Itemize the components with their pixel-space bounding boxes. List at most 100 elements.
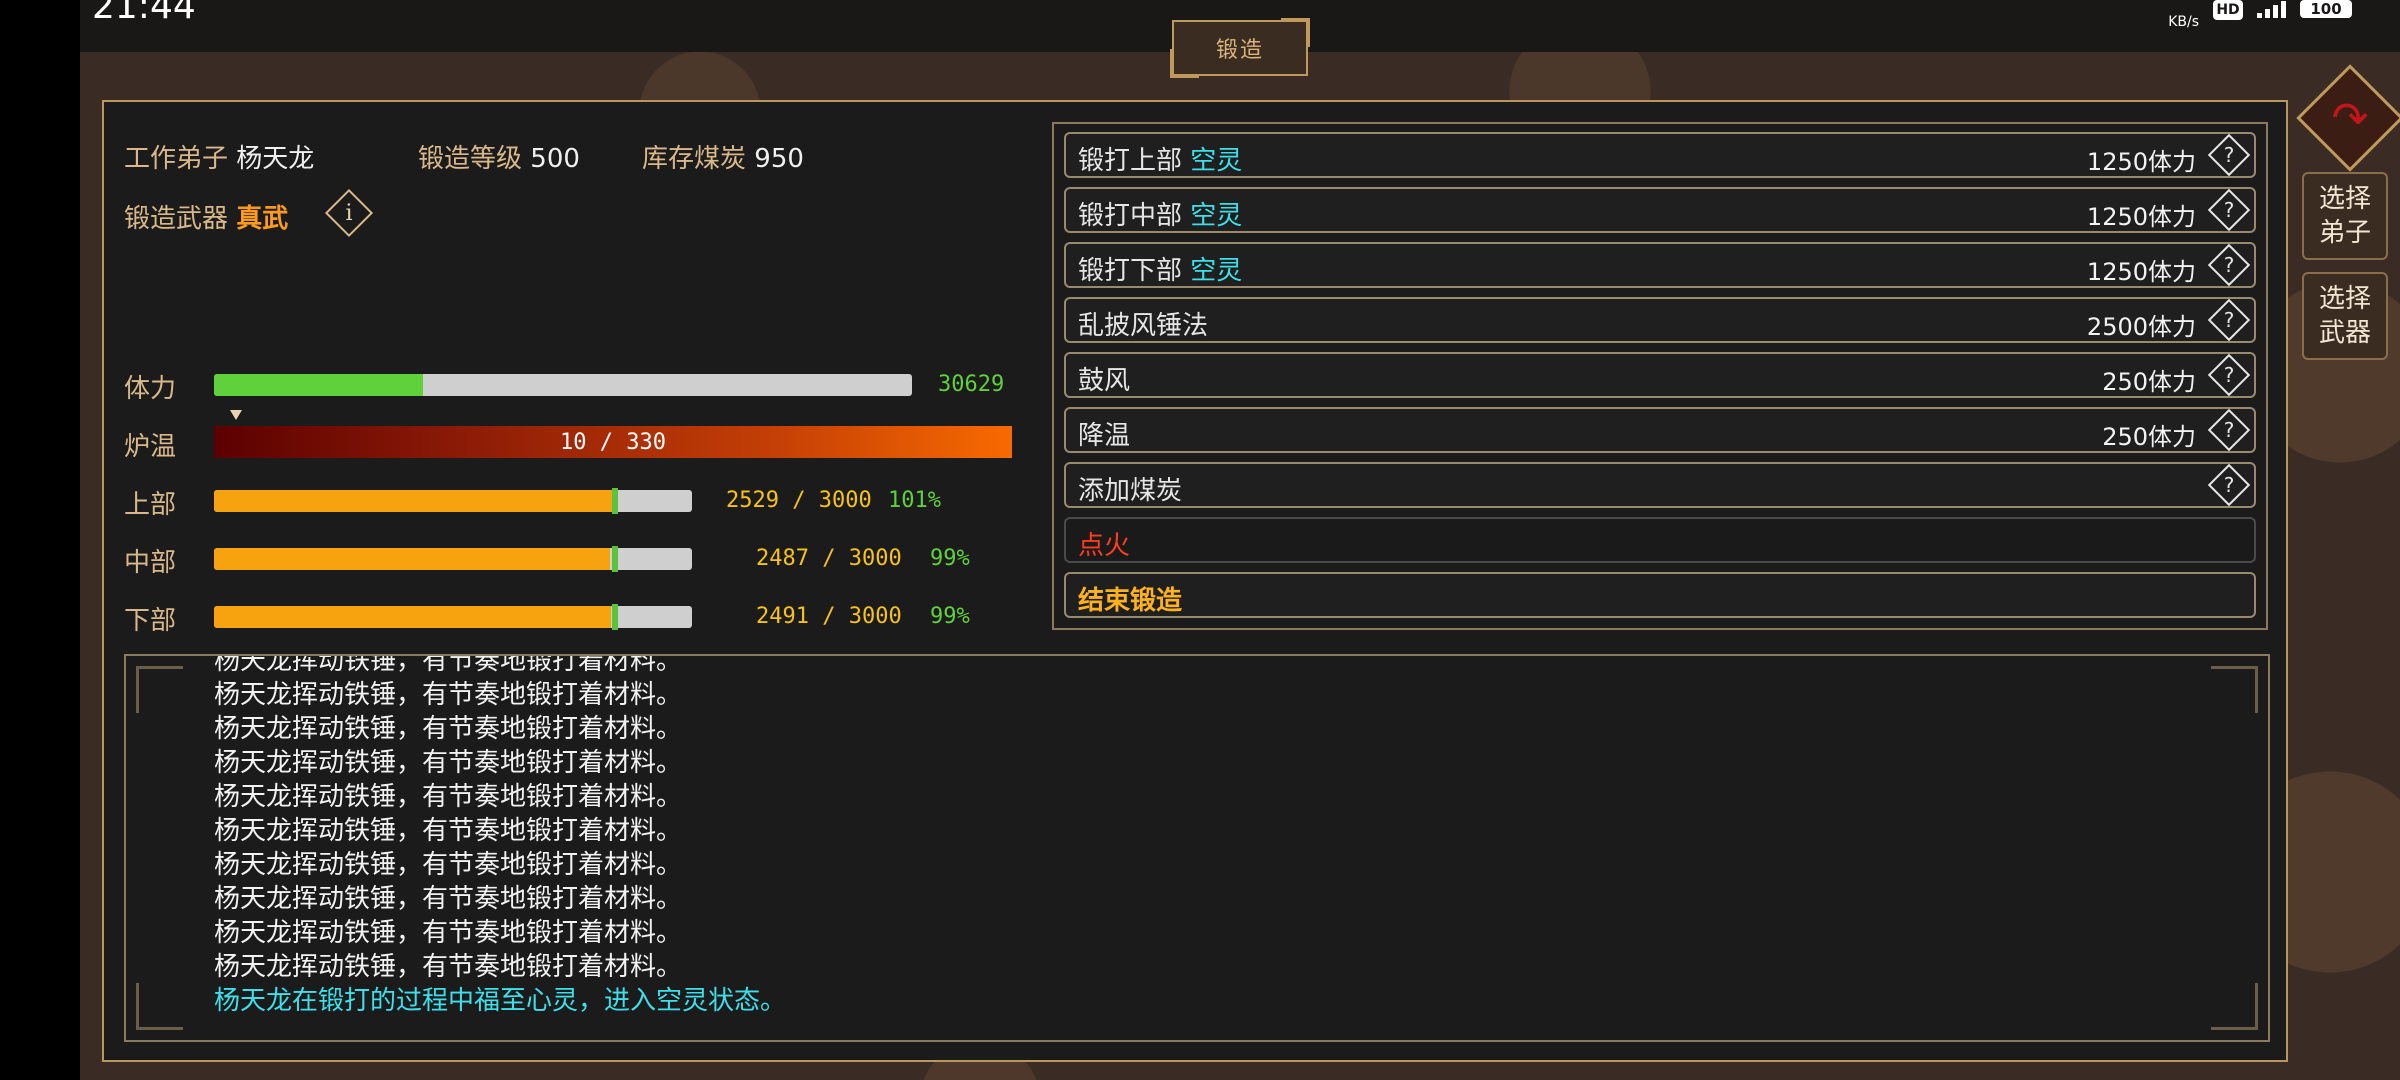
- action-ignite[interactable]: 点火: [1064, 517, 2256, 563]
- furnace-temp-bar: 10 / 330: [214, 426, 1012, 458]
- log-line: 杨天龙挥动铁锤，有节奏地锻打着材料。: [214, 654, 683, 676]
- action-cost: 1250体力: [2086, 148, 2196, 176]
- level-value: 500: [530, 144, 580, 174]
- action-label: 锻打中部: [1078, 201, 1183, 231]
- log-line: 杨天龙挥动铁锤，有节奏地锻打着材料。: [214, 952, 683, 982]
- action-wind-hammer[interactable]: 乱披风锤法 2500体力 ?: [1064, 297, 2256, 343]
- action-cost: 250体力: [2102, 368, 2196, 396]
- log-line: 杨天龙挥动铁锤，有节奏地锻打着材料。: [214, 748, 683, 778]
- stamina-bar: [214, 374, 912, 396]
- hd-icon: HD: [2213, 0, 2243, 20]
- top-part-target-marker: [612, 488, 618, 514]
- middle-part-bar-fill: [214, 548, 611, 570]
- help-icon[interactable]: ?: [2207, 463, 2251, 507]
- weapon-info: 锻造武器 真武: [124, 198, 288, 235]
- help-icon[interactable]: ?: [2207, 188, 2251, 232]
- action-forge-top[interactable]: 锻打上部 空灵 1250体力 ?: [1064, 132, 2256, 178]
- action-label: 降温: [1078, 421, 1131, 451]
- action-cool-down[interactable]: 降温 250体力 ?: [1064, 407, 2256, 453]
- action-blow-air[interactable]: 鼓风 250体力 ?: [1064, 352, 2256, 398]
- top-part-value: 2529 / 3000: [726, 488, 872, 513]
- action-label: 锻打下部: [1078, 256, 1183, 286]
- middle-part-value: 2487 / 3000: [756, 546, 902, 571]
- action-forge-bottom[interactable]: 锻打下部 空灵 1250体力 ?: [1064, 242, 2256, 288]
- coal-value: 950: [754, 144, 804, 174]
- top-part-bar: [214, 488, 692, 514]
- level-info: 锻造等级 500: [418, 138, 580, 175]
- action-label: 鼓风: [1078, 366, 1131, 396]
- weapon-label: 锻造武器: [124, 204, 229, 234]
- bottom-part-bar-fill: [214, 606, 611, 628]
- corner-ornament-icon: [136, 666, 183, 713]
- worker-label: 工作弟子: [124, 144, 229, 174]
- bottom-part-target-marker: [612, 604, 618, 630]
- action-forge-middle[interactable]: 锻打中部 空灵 1250体力 ?: [1064, 187, 2256, 233]
- forge-log[interactable]: 杨天龙挥动铁锤，有节奏地锻打着材料。 杨天龙挥动铁锤，有节奏地锻打着材料。 杨天…: [124, 654, 2270, 1042]
- battery-icon: 100: [2300, 0, 2352, 18]
- action-label: 锻打上部: [1078, 146, 1183, 176]
- log-line: 杨天龙挥动铁锤，有节奏地锻打着材料。: [214, 850, 683, 880]
- action-label: 结束锻造: [1078, 586, 1183, 616]
- log-line: 杨天龙挥动铁锤，有节奏地锻打着材料。: [214, 816, 683, 846]
- middle-part-bar: [214, 546, 692, 572]
- help-icon[interactable]: ?: [2207, 133, 2251, 177]
- signal-icon: [2257, 0, 2286, 18]
- kongling-badge: 空灵: [1190, 146, 1243, 176]
- action-end-forging[interactable]: 结束锻造: [1064, 572, 2256, 618]
- bottom-part-value: 2491 / 3000: [756, 604, 902, 629]
- bottom-part-label: 下部: [124, 606, 177, 636]
- title-plaque: 锻造: [1170, 18, 1310, 78]
- log-line: 杨天龙挥动铁锤，有节奏地锻打着材料。: [214, 680, 683, 710]
- worker-info: 工作弟子 杨天龙: [124, 138, 314, 175]
- weapon-info-icon[interactable]: i: [324, 188, 374, 238]
- coal-info: 库存煤炭 950: [642, 138, 804, 175]
- corner-ornament-icon: [2211, 666, 2258, 713]
- help-icon[interactable]: ?: [2207, 353, 2251, 397]
- corner-ornament-icon: [2211, 983, 2258, 1030]
- action-list: 锻打上部 空灵 1250体力 ? 锻打中部 空灵 1250体力 ? 锻打下部 空…: [1052, 122, 2268, 630]
- coal-label: 库存煤炭: [642, 144, 747, 174]
- bottom-part-bar: [214, 604, 692, 630]
- help-icon[interactable]: ?: [2207, 408, 2251, 452]
- stamina-bar-fill: [214, 374, 424, 396]
- top-part-bar-fill: [214, 490, 617, 512]
- action-cost: 1250体力: [2086, 258, 2196, 286]
- log-line: 杨天龙挥动铁锤，有节奏地锻打着材料。: [214, 918, 683, 948]
- top-part-percent: 101%: [888, 488, 941, 513]
- middle-part-label: 中部: [124, 548, 177, 578]
- log-line: 杨天龙挥动铁锤，有节奏地锻打着材料。: [214, 884, 683, 914]
- action-add-coal[interactable]: 添加煤炭 ?: [1064, 462, 2256, 508]
- action-cost: 2500体力: [2086, 313, 2196, 341]
- select-weapon-button[interactable]: 选择 武器: [2302, 272, 2388, 360]
- log-lines: 杨天龙挥动铁锤，有节奏地锻打着材料。 杨天龙挥动铁锤，有节奏地锻打着材料。 杨天…: [214, 654, 2114, 1018]
- worker-value: 杨天龙: [236, 144, 315, 174]
- action-label: 点火: [1078, 531, 1131, 561]
- furnace-temp-text: 10 / 330: [560, 429, 666, 455]
- corner-ornament-icon: [136, 983, 183, 1030]
- action-label: 添加煤炭: [1078, 476, 1183, 506]
- bottom-part-percent: 99%: [930, 604, 970, 629]
- middle-part-target-marker: [612, 546, 618, 572]
- stamina-label: 体力: [124, 374, 177, 404]
- help-icon[interactable]: ?: [2207, 298, 2251, 342]
- kongling-badge: 空灵: [1190, 256, 1243, 286]
- action-cost: 1250体力: [2086, 203, 2196, 231]
- furnace-label: 炉温: [124, 432, 177, 462]
- log-line: 杨天龙挥动铁锤，有节奏地锻打着材料。: [214, 714, 683, 744]
- select-disciple-button[interactable]: 选择 弟子: [2302, 172, 2388, 260]
- furnace-marker-icon: [230, 410, 242, 420]
- net-speed: KB/s: [2168, 14, 2199, 30]
- action-cost: 250体力: [2102, 423, 2196, 451]
- action-label: 乱披风锤法: [1078, 311, 1209, 341]
- level-label: 锻造等级: [418, 144, 523, 174]
- stamina-value: 30629: [938, 372, 1005, 397]
- forge-panel: 工作弟子 杨天龙 锻造等级 500 库存煤炭 950 锻造武器 真武 i 体力 …: [102, 100, 2288, 1062]
- back-arrow-icon: ↷: [2331, 92, 2369, 144]
- page-title: 锻造: [1215, 38, 1264, 63]
- status-time: 21:44: [92, 0, 196, 27]
- status-icons: KB/s HD 100: [2168, 0, 2352, 29]
- top-part-label: 上部: [124, 490, 177, 520]
- log-line: 杨天龙挥动铁锤，有节奏地锻打着材料。: [214, 782, 683, 812]
- help-icon[interactable]: ?: [2207, 243, 2251, 287]
- screen: 21:44 KB/s HD 100 锻造 工作弟子 杨天龙 锻造等级 500 库…: [0, 0, 2400, 1080]
